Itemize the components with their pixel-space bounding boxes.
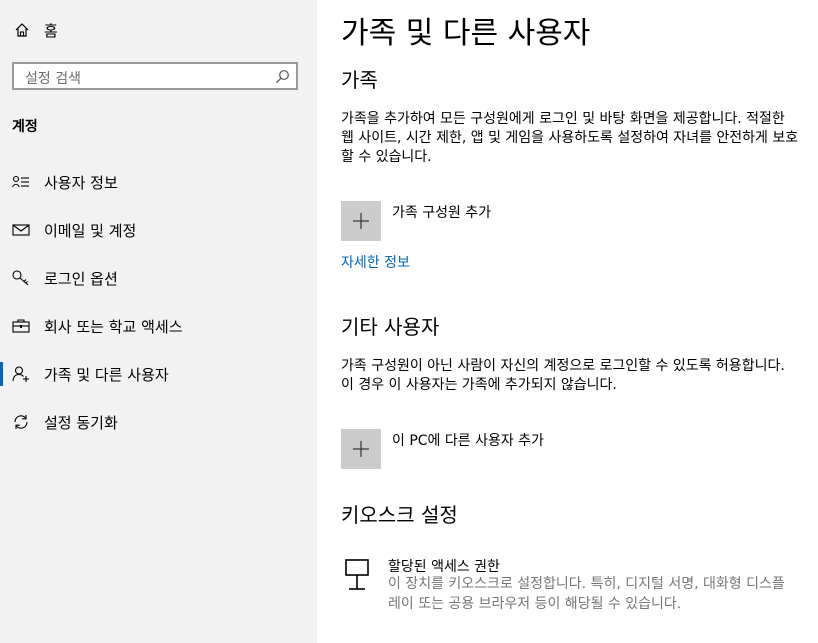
sidebar-item-user-info[interactable]: 사용자 정보	[0, 162, 317, 202]
sidebar-item-label: 사용자 정보	[44, 174, 118, 192]
search-icon[interactable]	[275, 69, 290, 84]
family-heading: 가족	[341, 68, 378, 92]
sidebar-item-sign-in-options[interactable]: 로그인 옵션	[0, 258, 317, 298]
learn-more-link[interactable]: 자세한 정보	[341, 252, 410, 272]
mail-icon	[12, 224, 30, 236]
page-title: 가족 및 다른 사용자	[341, 16, 591, 51]
sidebar-item-email-accounts[interactable]: 이메일 및 계정	[0, 210, 317, 250]
key-icon	[12, 270, 29, 286]
sidebar-item-label: 설정 동기화	[44, 414, 118, 432]
sidebar-item-label: 회사 또는 학교 액세스	[44, 318, 183, 336]
sidebar: 홈 설정 검색 계정 사용자 정보 이메일 및 계정 로그인 옵션 회사 또는 …	[0, 0, 317, 643]
home-label: 홈	[44, 22, 58, 40]
search-box[interactable]: 설정 검색	[12, 62, 298, 90]
kiosk-heading: 키오스크 설정	[341, 503, 458, 527]
add-user-icon	[12, 366, 29, 382]
sidebar-item-label: 가족 및 다른 사용자	[44, 366, 169, 384]
briefcase-icon	[12, 319, 30, 333]
add-family-member-button[interactable]	[341, 201, 381, 241]
plus-icon	[353, 441, 369, 457]
add-other-user-button[interactable]	[341, 429, 381, 469]
sync-icon	[14, 415, 28, 429]
sidebar-item-family-other-users[interactable]: 가족 및 다른 사용자	[0, 354, 317, 394]
kiosk-description: 이 장치를 키오스크로 설정합니다. 특히, 디지털 서명, 대화형 디스플레이…	[388, 576, 785, 612]
kiosk-icon[interactable]	[341, 557, 375, 593]
home-nav-item[interactable]: 홈	[0, 18, 317, 42]
sidebar-item-label: 로그인 옵션	[44, 270, 118, 288]
other-users-heading: 기타 사용자	[341, 315, 440, 339]
section-title: 계정	[12, 119, 38, 135]
main-content: 가족 및 다른 사용자 가족 가족을 추가하여 모든 구성원에게 로그인 및 바…	[317, 0, 818, 643]
add-family-member-label[interactable]: 가족 구성원 추가	[392, 202, 491, 222]
family-description: 가족을 추가하여 모든 구성원에게 로그인 및 바탕 화면을 제공합니다. 적절…	[341, 111, 799, 165]
plus-icon	[353, 213, 369, 229]
add-other-user-label[interactable]: 이 PC에 다른 사용자 추가	[392, 430, 544, 450]
search-placeholder: 설정 검색	[25, 71, 81, 87]
home-icon	[15, 23, 29, 37]
sidebar-item-work-school[interactable]: 회사 또는 학교 액세스	[0, 306, 317, 346]
other-users-description: 가족 구성원이 아닌 사람이 자신의 계정으로 로그인할 수 있도록 허용합니다…	[341, 358, 785, 393]
assigned-access-link[interactable]: 할당된 액세스 권한	[388, 556, 500, 576]
sidebar-item-label: 이메일 및 계정	[44, 222, 137, 240]
active-indicator	[0, 362, 3, 386]
sidebar-item-sync-settings[interactable]: 설정 동기화	[0, 402, 317, 442]
user-info-icon	[12, 175, 29, 188]
